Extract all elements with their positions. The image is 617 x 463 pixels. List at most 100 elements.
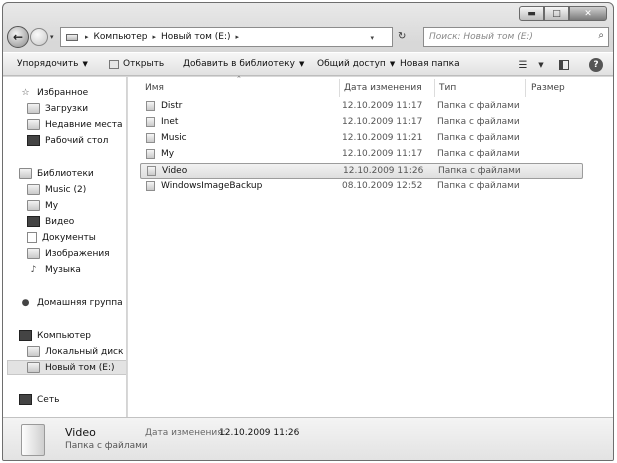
column-header-name[interactable]: Имя [145, 80, 164, 96]
minimize-icon: ▬ [527, 8, 536, 19]
add-to-library-button[interactable]: Добавить в библиотеку ▼ [183, 59, 304, 69]
sidebar-item-desktop[interactable]: Рабочий стол [27, 133, 108, 148]
local-disk-icon [27, 346, 40, 357]
folder-open-icon [109, 59, 119, 69]
table-row[interactable]: WindowsImageBackup 08.10.2009 12:52 Папк… [140, 179, 583, 195]
folder-icon [146, 149, 155, 159]
file-name-cell: Music [146, 133, 187, 143]
sidebar-item-downloads[interactable]: Загрузки [27, 101, 88, 116]
minimize-button[interactable]: ▬ [519, 6, 544, 21]
images-icon [27, 248, 40, 259]
folder-icon [147, 166, 156, 176]
add-to-library-label: Добавить в библиотеку [183, 59, 295, 69]
open-button[interactable]: Открыть [109, 59, 164, 69]
file-date: 08.10.2009 12:52 [342, 181, 423, 191]
sidebar-item-new-volume[interactable]: Новый том (E:) [7, 360, 126, 375]
table-row[interactable]: Distr 12.10.2009 11:17 Папка с файлами [140, 99, 583, 115]
sidebar-item-images[interactable]: Изображения [27, 246, 110, 261]
address-bar[interactable]: ▸ Компьютер ▸ Новый том (E:) ▸ ▾ [60, 27, 393, 47]
recent-places-icon [27, 119, 40, 130]
sidebar-item-label: Видео [45, 216, 75, 227]
column-header-date[interactable]: Дата изменения [344, 80, 422, 96]
table-row[interactable]: Inet 12.10.2009 11:17 Папка с файлами [140, 115, 583, 131]
file-name-cell: WindowsImageBackup [146, 181, 262, 191]
column-divider[interactable] [339, 79, 340, 97]
search-icon: ⌕ [598, 30, 604, 41]
close-button[interactable]: ✕ [569, 6, 607, 21]
sidebar-item-video[interactable]: Видео [27, 214, 74, 229]
back-button[interactable]: ← [7, 26, 29, 48]
help-icon: ? [593, 60, 599, 70]
preview-pane-button[interactable] [556, 58, 572, 72]
library-folder-icon [27, 184, 40, 195]
column-header-label: Дата изменения [344, 83, 422, 93]
sidebar-item-local-disk[interactable]: Локальный диск (C [27, 344, 126, 359]
breadcrumb-separator-icon: ▸ [152, 33, 156, 41]
downloads-folder-icon [27, 103, 40, 114]
title-bar: ▬ □ ✕ [3, 3, 613, 23]
forward-button[interactable] [30, 28, 48, 46]
file-name: Inet [161, 117, 179, 127]
table-row[interactable]: My 12.10.2009 11:17 Папка с файлами [140, 147, 583, 163]
sidebar-item-label: Music (2) [45, 184, 87, 195]
sidebar-item-computer[interactable]: Компьютер [19, 328, 91, 343]
search-input[interactable]: Поиск: Новый том (E:) ⌕ [423, 27, 609, 47]
file-name: Music [161, 133, 187, 143]
maximize-button[interactable]: □ [544, 6, 569, 21]
recent-pages-button[interactable]: ▾ [50, 33, 54, 41]
column-header-size[interactable]: Размер [531, 80, 565, 96]
maximize-icon: □ [552, 8, 561, 19]
sidebar-item-libraries[interactable]: Библиотеки [19, 166, 94, 181]
column-divider[interactable] [525, 79, 526, 97]
file-date: 12.10.2009 11:17 [342, 101, 423, 111]
file-name-cell: Inet [146, 117, 178, 127]
sidebar-item-label: My [45, 200, 59, 211]
sort-indicator-icon: ⌃ [236, 75, 242, 83]
sidebar-item-music[interactable]: ♪ Музыка [27, 262, 81, 277]
search-placeholder: Поиск: Новый том (E:) [429, 32, 533, 42]
drive-icon [27, 362, 40, 373]
view-dropdown-button[interactable]: ▼ [533, 58, 549, 72]
sidebar-item-recent-places[interactable]: Недавние места [27, 117, 123, 132]
details-name: Video [65, 426, 96, 439]
breadcrumb-new-volume[interactable]: Новый том (E:) [161, 32, 231, 42]
sidebar-item-label: Сеть [37, 394, 60, 405]
sidebar-item-label: Библиотеки [37, 168, 94, 179]
close-icon: ✕ [584, 8, 592, 19]
file-date: 12.10.2009 11:17 [342, 149, 423, 159]
breadcrumb-separator-icon: ▸ [85, 33, 89, 41]
documents-icon [27, 232, 37, 243]
open-label: Открыть [123, 59, 165, 69]
file-date: 12.10.2009 11:17 [342, 117, 423, 127]
address-dropdown-icon[interactable]: ▾ [370, 34, 374, 42]
help-button[interactable]: ? [589, 58, 603, 72]
sidebar-item-network[interactable]: Сеть [19, 392, 59, 407]
libraries-icon [19, 168, 32, 179]
sidebar-item-homegroup[interactable]: ● Домашняя группа [19, 295, 123, 310]
sidebar-item-music-2[interactable]: Music (2) [27, 182, 86, 197]
view-options-button[interactable]: ☰ [515, 58, 531, 72]
breadcrumb-computer[interactable]: Компьютер [94, 32, 148, 42]
table-row[interactable]: Music 12.10.2009 11:21 Папка с файлами [140, 131, 583, 147]
sidebar-item-label: Рабочий стол [45, 135, 109, 146]
table-row-selected[interactable]: Video 12.10.2009 11:26 Папка с файлами [140, 163, 583, 179]
details-date-label: Дата изменения: [145, 428, 226, 438]
column-divider[interactable] [434, 79, 435, 97]
organize-button[interactable]: Упорядочить ▼ [17, 59, 88, 69]
sidebar-item-documents[interactable]: Документы [27, 230, 96, 245]
drive-icon [66, 33, 78, 41]
share-button[interactable]: Общий доступ ▼ [317, 59, 395, 69]
file-date: 12.10.2009 11:26 [343, 166, 424, 176]
sidebar-item-favorites[interactable]: ☆ Избранное [19, 85, 88, 100]
navigation-pane: ☆ Избранное Загрузки Недавние места Рабо… [3, 77, 127, 417]
preview-pane-icon [559, 60, 569, 70]
file-name-cell: Video [147, 166, 187, 176]
new-folder-button[interactable]: Новая папка [400, 59, 460, 69]
new-folder-label: Новая папка [400, 59, 460, 69]
library-folder-icon [27, 200, 40, 211]
view-list-icon: ☰ [518, 59, 528, 71]
sidebar-item-my[interactable]: My [27, 198, 58, 213]
chevron-down-icon: ▼ [538, 61, 544, 69]
column-header-type[interactable]: Тип [439, 80, 456, 96]
refresh-button[interactable]: ↻ [398, 31, 406, 42]
